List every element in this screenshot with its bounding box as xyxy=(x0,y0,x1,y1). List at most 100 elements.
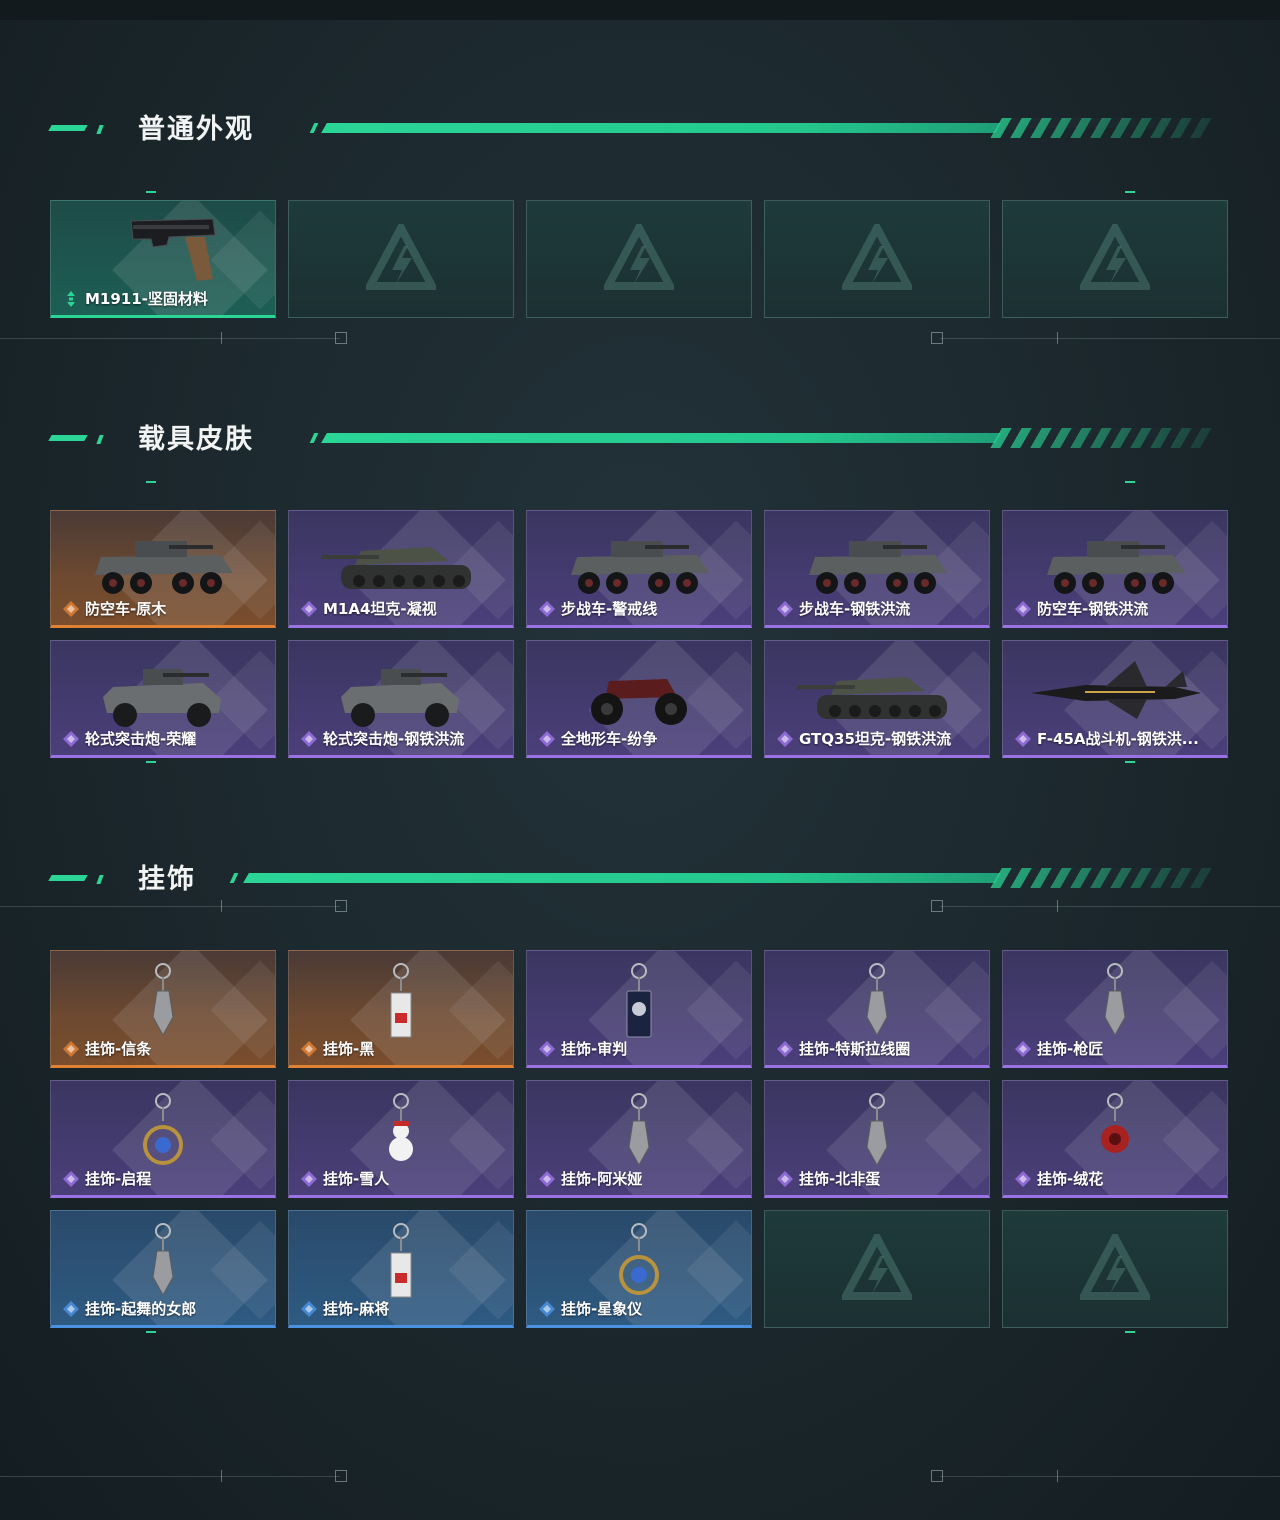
frame-square xyxy=(931,1470,943,1482)
rarity-icon xyxy=(301,731,317,747)
armored-vehicle-icon xyxy=(73,517,253,605)
jet-icon xyxy=(1025,647,1205,735)
empty-item-slot[interactable] xyxy=(764,1210,990,1328)
item-card[interactable]: 轮式突击炮-钢铁洪流 xyxy=(288,640,514,758)
charm-icon xyxy=(73,957,253,1045)
light-vehicle-icon xyxy=(311,647,491,735)
empty-item-slot[interactable] xyxy=(288,200,514,318)
charm-icon xyxy=(787,957,967,1045)
placeholder-logo-icon xyxy=(839,219,915,294)
frame-tick xyxy=(1125,191,1135,193)
charm-tag-icon xyxy=(311,1217,491,1305)
item-card[interactable]: 轮式突击炮-荣耀 xyxy=(50,640,276,758)
section-header: 普通外观 xyxy=(48,114,1212,145)
item-label: 步战车-警戒线 xyxy=(561,600,658,618)
frame-tick xyxy=(146,1331,156,1333)
item-label: 挂饰-信条 xyxy=(85,1040,152,1058)
header-accent xyxy=(48,125,88,131)
item-card[interactable]: 挂饰-枪匠 xyxy=(1002,950,1228,1068)
rarity-icon xyxy=(1015,731,1031,747)
frame-tick xyxy=(221,332,222,344)
frame-tick xyxy=(1125,761,1135,763)
item-card[interactable]: 挂饰-北非蛋 xyxy=(764,1080,990,1198)
item-label: 挂饰-星象仪 xyxy=(561,1300,643,1318)
rarity-icon xyxy=(777,1171,793,1187)
frame-line xyxy=(0,338,340,339)
charm-ring-icon xyxy=(549,1217,729,1305)
item-card[interactable]: 步战车-钢铁洪流 xyxy=(764,510,990,628)
atv-icon xyxy=(549,647,729,735)
frame-line xyxy=(940,906,1280,907)
header-accent xyxy=(48,875,88,881)
item-card[interactable]: 挂饰-信条 xyxy=(50,950,276,1068)
rarity-icon xyxy=(63,1301,79,1317)
empty-item-slot[interactable] xyxy=(1002,1210,1228,1328)
frame-line xyxy=(940,1476,1280,1477)
item-card[interactable]: M1911-坚固材料 xyxy=(50,200,276,318)
frame-tick xyxy=(1125,1331,1135,1333)
item-label: 挂饰-雪人 xyxy=(323,1170,390,1188)
rarity-icon xyxy=(1015,1041,1031,1057)
frame-square xyxy=(931,332,943,344)
frame-tick xyxy=(1057,1470,1058,1482)
item-card[interactable]: 挂饰-审判 xyxy=(526,950,752,1068)
rarity-icon xyxy=(777,1041,793,1057)
charm-flower-icon xyxy=(1025,1087,1205,1175)
item-card[interactable]: GTQ35坦克-钢铁洪流 xyxy=(764,640,990,758)
armored-vehicle-icon xyxy=(787,517,967,605)
item-card[interactable]: 挂饰-阿米娅 xyxy=(526,1080,752,1198)
empty-item-slot[interactable] xyxy=(764,200,990,318)
header-accent xyxy=(96,875,104,884)
item-label: 步战车-钢铁洪流 xyxy=(799,600,911,618)
charm-icon xyxy=(549,1087,729,1175)
item-card[interactable]: 挂饰-星象仪 xyxy=(526,1210,752,1328)
charm-ring-icon xyxy=(73,1087,253,1175)
empty-item-slot[interactable] xyxy=(526,200,752,318)
rarity-icon xyxy=(63,1041,79,1057)
item-label: 轮式突击炮-荣耀 xyxy=(85,730,197,748)
rarity-icon xyxy=(63,291,79,307)
item-card[interactable]: 挂饰-起舞的女郎 xyxy=(50,1210,276,1328)
frame-tick xyxy=(146,761,156,763)
item-label: 挂饰-枪匠 xyxy=(1037,1040,1104,1058)
rarity-icon xyxy=(63,601,79,617)
item-card[interactable]: 挂饰-启程 xyxy=(50,1080,276,1198)
top-bar xyxy=(0,0,1280,20)
frame-square xyxy=(335,332,347,344)
item-label: 挂饰-审判 xyxy=(561,1040,628,1058)
item-card[interactable]: 挂饰-麻将 xyxy=(288,1210,514,1328)
item-card[interactable]: 挂饰-雪人 xyxy=(288,1080,514,1198)
item-label: 防空车-原木 xyxy=(85,600,167,618)
item-card[interactable]: 防空车-原木 xyxy=(50,510,276,628)
charm-icon xyxy=(1025,957,1205,1045)
rarity-icon xyxy=(301,601,317,617)
rarity-icon xyxy=(539,601,555,617)
placeholder-logo-icon xyxy=(601,219,677,294)
empty-item-slot[interactable] xyxy=(1002,200,1228,318)
rarity-icon xyxy=(539,731,555,747)
item-label: M1A4坦克-凝视 xyxy=(323,600,437,618)
item-card[interactable]: F-45A战斗机-钢铁洪... xyxy=(1002,640,1228,758)
header-checker xyxy=(990,428,1212,448)
item-label: 挂饰-特斯拉线圈 xyxy=(799,1040,911,1058)
item-card[interactable]: 挂饰-特斯拉线圈 xyxy=(764,950,990,1068)
section-title: 普通外观 xyxy=(138,114,254,145)
item-card[interactable]: 防空车-钢铁洪流 xyxy=(1002,510,1228,628)
header-accent xyxy=(309,433,319,443)
charm-tag-icon xyxy=(311,957,491,1045)
placeholder-logo-icon xyxy=(1077,1229,1153,1304)
item-label: 挂饰-启程 xyxy=(85,1170,152,1188)
tank-icon xyxy=(787,647,967,735)
item-card[interactable]: 挂饰-黑 xyxy=(288,950,514,1068)
item-card[interactable]: 挂饰-绒花 xyxy=(1002,1080,1228,1198)
rarity-icon xyxy=(1015,601,1031,617)
rarity-icon xyxy=(777,601,793,617)
item-label: 轮式突击炮-钢铁洪流 xyxy=(323,730,465,748)
header-checker xyxy=(990,118,1212,138)
item-card[interactable]: M1A4坦克-凝视 xyxy=(288,510,514,628)
rarity-icon xyxy=(301,1301,317,1317)
item-card[interactable]: 全地形车-纷争 xyxy=(526,640,752,758)
item-card[interactable]: 步战车-警戒线 xyxy=(526,510,752,628)
charm-snowman-icon xyxy=(311,1087,491,1175)
header-checker xyxy=(990,868,1212,888)
